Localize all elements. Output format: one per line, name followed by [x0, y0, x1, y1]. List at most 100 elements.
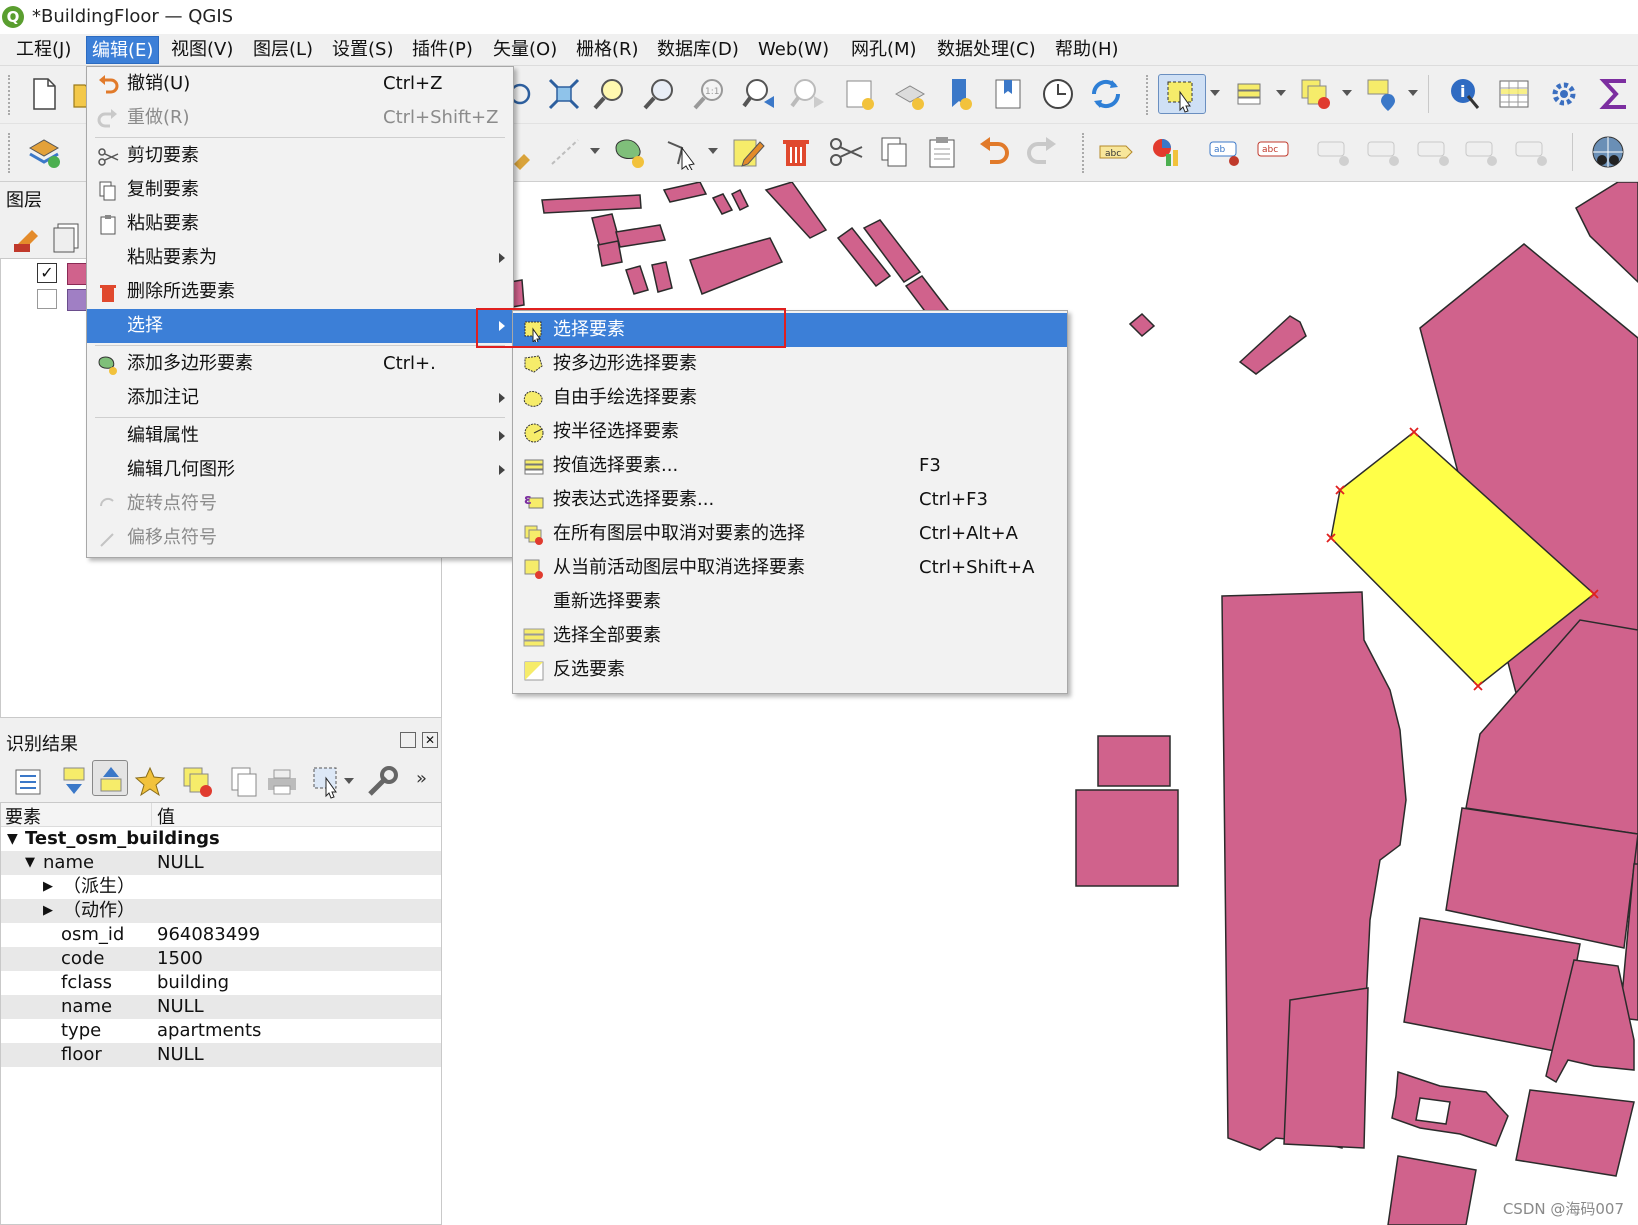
more-icon[interactable]: »: [416, 768, 427, 789]
menu-item-select-by-polygon[interactable]: 按多边形选择要素: [513, 347, 1067, 381]
deselect-all-icon[interactable]: [1298, 76, 1334, 112]
move-label-icon[interactable]: [1416, 134, 1452, 170]
label-toolbar-icon[interactable]: abc: [1098, 134, 1134, 170]
zoom-to-layer-icon[interactable]: [642, 76, 678, 112]
style-manager-icon[interactable]: [10, 218, 38, 252]
new-3d-view-icon[interactable]: [892, 76, 928, 112]
show-bookmarks-icon[interactable]: [990, 76, 1026, 112]
menu-plugins[interactable]: 插件(P): [407, 36, 478, 64]
select-features-tool-icon[interactable]: [1158, 74, 1206, 114]
wrench-icon[interactable]: [364, 764, 398, 796]
table-row[interactable]: fclass building: [1, 971, 441, 995]
show-hide-label-icon[interactable]: [1366, 134, 1402, 170]
zoom-next-icon[interactable]: [790, 76, 826, 112]
menu-item-select-by-expression[interactable]: ε 按表达式选择要素... Ctrl+F3: [513, 483, 1067, 517]
trash-icon[interactable]: [778, 134, 814, 170]
add-line-feature-icon[interactable]: [548, 134, 584, 170]
menu-edit[interactable]: 编辑(E): [86, 36, 160, 64]
zoom-last-icon[interactable]: [742, 76, 778, 112]
menu-item-select-by-radius[interactable]: 按半径选择要素: [513, 415, 1067, 449]
expand-arrow-icon[interactable]: ▶: [43, 875, 53, 899]
table-row[interactable]: type apartments: [1, 1019, 441, 1043]
table-row[interactable]: ▶ （派生）: [1, 875, 441, 899]
temporal-controller-icon[interactable]: [1040, 76, 1076, 112]
identify-features-icon[interactable]: i: [1448, 76, 1484, 112]
clear-results-icon[interactable]: [180, 764, 212, 797]
toolbar-grip[interactable]: [8, 133, 12, 173]
menu-item-add-polygon-feature[interactable]: 添加多边形要素 Ctrl+.: [87, 347, 513, 381]
menu-processing[interactable]: 数据处理(C): [932, 36, 1041, 64]
change-label-icon[interactable]: [1514, 134, 1550, 170]
toolbar-grip[interactable]: [8, 75, 12, 115]
toolbar-grip[interactable]: [1082, 133, 1086, 173]
toggle-editing-icon[interactable]: [730, 134, 766, 170]
highlight-results-icon[interactable]: [132, 764, 166, 797]
new-project-icon[interactable]: [26, 76, 62, 112]
chevron-down-icon[interactable]: [1342, 90, 1352, 96]
sigma-statistics-icon[interactable]: [1598, 76, 1634, 112]
save-layer-edits-icon[interactable]: [510, 134, 546, 170]
table-row[interactable]: code 1500: [1, 947, 441, 971]
gear-icon[interactable]: [1546, 76, 1582, 112]
pin-labels-icon[interactable]: ab: [1208, 134, 1244, 170]
highlight-labels-icon[interactable]: abc: [1256, 134, 1292, 170]
zoom-native-icon[interactable]: 1:1: [692, 76, 728, 112]
chevron-down-icon[interactable]: [1276, 90, 1286, 96]
menu-database[interactable]: 数据库(D): [652, 36, 744, 64]
redo-icon[interactable]: [1024, 134, 1060, 170]
menu-item-undo[interactable]: 撤销(U) Ctrl+Z: [87, 67, 513, 101]
chevron-down-icon[interactable]: [590, 148, 600, 154]
menu-layer[interactable]: 图层(L): [248, 36, 318, 64]
new-map-view-icon[interactable]: [842, 76, 878, 112]
float-panel-icon[interactable]: [400, 732, 416, 748]
menu-item-rotate-point-symbols[interactable]: 旋转点符号: [87, 487, 513, 521]
menu-item-paste-features-as[interactable]: 粘贴要素为: [87, 241, 513, 275]
menu-raster[interactable]: 栅格(R): [571, 36, 644, 64]
move-label-icon[interactable]: [1316, 134, 1352, 170]
add-polygon-feature-icon[interactable]: [612, 134, 648, 170]
table-row[interactable]: osm_id 964083499: [1, 923, 441, 947]
identify-mode-icon[interactable]: [310, 764, 340, 799]
menu-help[interactable]: 帮助(H): [1050, 36, 1124, 64]
expand-arrow-icon[interactable]: ▶: [43, 899, 53, 923]
select-by-value-icon[interactable]: [1232, 76, 1268, 112]
menu-view[interactable]: 视图(V): [166, 36, 238, 64]
zoom-full-icon[interactable]: [546, 76, 582, 112]
menu-item-edit-attributes[interactable]: 编辑属性: [87, 419, 513, 453]
menu-settings[interactable]: 设置(S): [327, 36, 398, 64]
rotate-label-icon[interactable]: [1464, 134, 1500, 170]
refresh-icon[interactable]: [1088, 76, 1124, 112]
collapse-all-icon[interactable]: [92, 760, 128, 796]
collapse-arrow-icon[interactable]: ▼: [25, 851, 35, 875]
menu-vector[interactable]: 矢量(O): [488, 36, 562, 64]
menu-item-offset-point-symbols[interactable]: 偏移点符号: [87, 521, 513, 555]
select-by-location-icon[interactable]: [1364, 76, 1400, 112]
chevron-down-icon[interactable]: [344, 778, 354, 784]
menu-project[interactable]: 工程(J): [11, 36, 76, 64]
menu-item-reselect-features[interactable]: 重新选择要素: [513, 585, 1067, 619]
menu-item-delete-selected[interactable]: 删除所选要素: [87, 275, 513, 309]
expand-all-icon[interactable]: [56, 764, 86, 794]
layer-visibility-checkbox[interactable]: ✓: [37, 263, 57, 283]
menu-item-select-all[interactable]: 选择全部要素: [513, 619, 1067, 653]
menu-item-cut-features[interactable]: 剪切要素: [87, 139, 513, 173]
print-icon[interactable]: [264, 764, 296, 795]
menu-item-deselect-all-layers[interactable]: 在所有图层中取消对要素的选择 Ctrl+Alt+A: [513, 517, 1067, 551]
layer-visibility-checkbox[interactable]: [37, 289, 57, 309]
paste-icon[interactable]: [924, 134, 960, 170]
table-row[interactable]: ▶ （动作）: [1, 899, 441, 923]
menu-item-select-freehand[interactable]: 自由手绘选择要素: [513, 381, 1067, 415]
vertex-tool-icon[interactable]: [664, 134, 700, 172]
chevron-down-icon[interactable]: [1210, 90, 1220, 96]
menu-item-paste-features[interactable]: 粘贴要素: [87, 207, 513, 241]
new-layer-icon[interactable]: [26, 134, 62, 170]
menu-mesh[interactable]: 网孔(M): [846, 36, 922, 64]
close-icon[interactable]: ✕: [422, 732, 438, 748]
zoom-to-selection-icon[interactable]: [592, 76, 628, 112]
expand-tree-icon[interactable]: [10, 764, 41, 795]
copy-icon[interactable]: [876, 134, 912, 170]
chevron-down-icon[interactable]: [1408, 90, 1418, 96]
menu-item-edit-geometry[interactable]: 编辑几何图形: [87, 453, 513, 487]
scissors-icon[interactable]: [828, 134, 864, 170]
add-group-icon[interactable]: [50, 218, 79, 253]
